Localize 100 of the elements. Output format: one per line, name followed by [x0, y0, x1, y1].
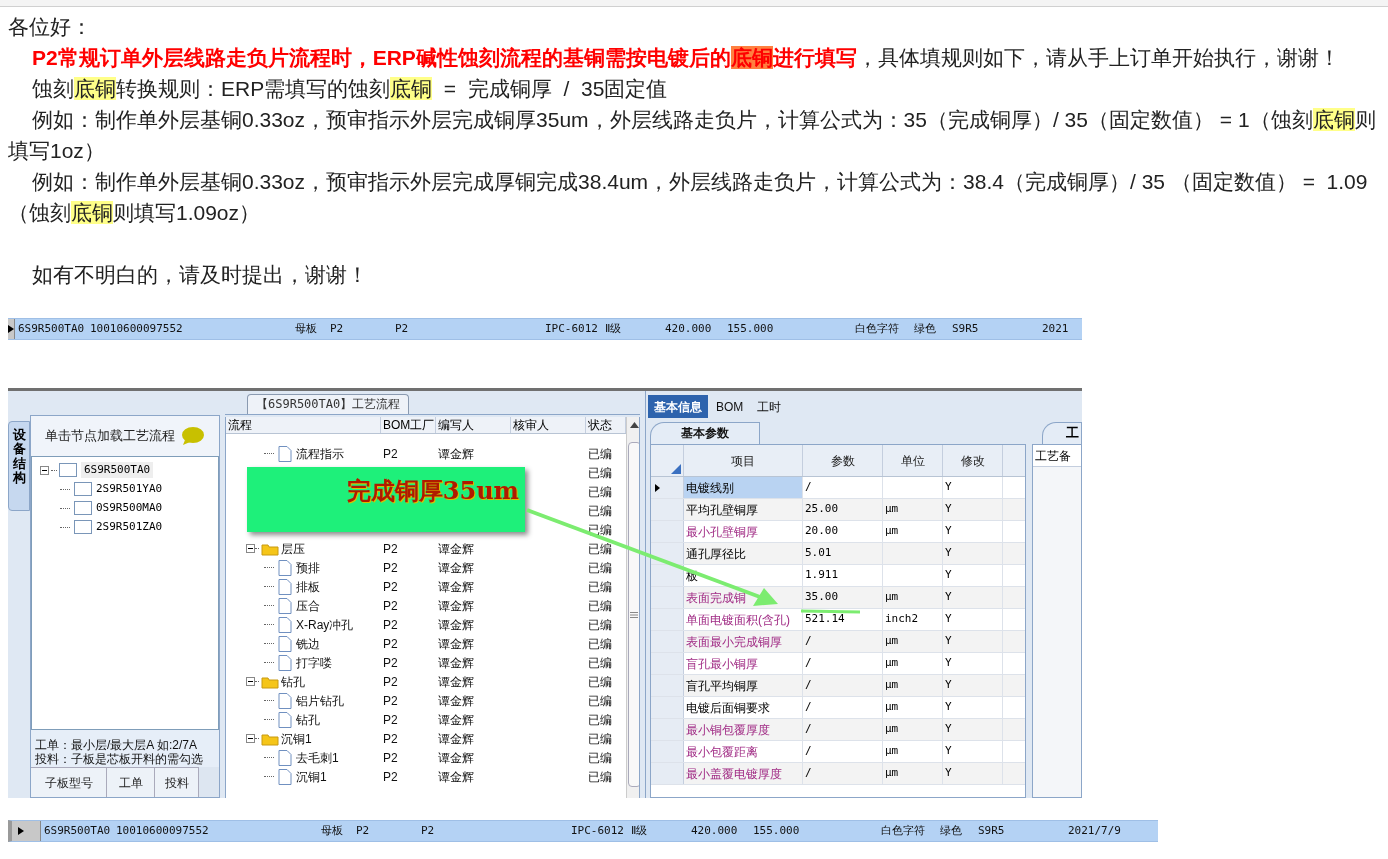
- record-cell-text: IPC-6012 Ⅱ级: [571, 822, 648, 839]
- parameter-name: 单面电镀面积(含孔): [686, 611, 790, 629]
- tab[interactable]: 工时: [751, 395, 788, 418]
- tab[interactable]: 工单: [107, 767, 155, 797]
- column-header[interactable]: 修改: [943, 445, 1003, 476]
- modify-cell: Y: [945, 633, 952, 650]
- tab[interactable]: 工: [1042, 422, 1082, 444]
- table-row[interactable]: 电镀后面铜要求 / μm Y: [651, 697, 1025, 719]
- author-cell: 谭金辉: [438, 750, 474, 765]
- callout-text: 完成铜厚35um: [346, 475, 519, 507]
- tree-node[interactable]: 流程指示: [296, 444, 344, 463]
- tree-node[interactable]: 6S9R500TA0: [81, 461, 154, 479]
- column-header[interactable]: 工艺备: [1033, 445, 1081, 467]
- note-text: 投料：子板是芯板开料的需勾选: [35, 751, 204, 766]
- factory-cell: P2: [383, 731, 398, 746]
- column-header[interactable]: 流程: [226, 417, 381, 433]
- tree-node[interactable]: 铝片钻孔: [296, 691, 344, 710]
- record-cell-text: S9R5: [978, 822, 1006, 839]
- status-cell: 已编: [588, 579, 612, 594]
- parameter-value: 1.911: [805, 567, 839, 584]
- node-icon: [74, 501, 92, 516]
- record-cell-text: 2021/7/9: [1068, 822, 1122, 839]
- tree-node[interactable]: X-Ray冲孔: [296, 615, 354, 634]
- column-header[interactable]: 编写人: [436, 417, 511, 433]
- parameter-value: 521.14: [805, 611, 845, 628]
- modify-cell: Y: [945, 721, 952, 738]
- scroll-up-icon[interactable]: [629, 422, 639, 428]
- collapse-icon[interactable]: [246, 734, 255, 743]
- tree-node[interactable]: 0S9R500MA0: [96, 499, 163, 517]
- table-row[interactable]: 最小盖覆电镀厚度 / μm Y: [651, 763, 1025, 785]
- parameter-value: /: [805, 655, 812, 672]
- tree-node[interactable]: 预排: [296, 558, 320, 577]
- collapse-icon[interactable]: [246, 544, 255, 553]
- record-cell-text: 白色字符: [881, 822, 926, 839]
- table-row[interactable]: 单面电镀面积(含孔) 521.14 inch2 Y: [651, 609, 1025, 631]
- column-header[interactable]: BOM工厂: [381, 417, 436, 433]
- tree-node[interactable]: 2S9R501YA0: [96, 480, 163, 498]
- row-header[interactable]: [651, 477, 684, 498]
- table-row[interactable]: 最小铜包覆厚度 / μm Y: [651, 719, 1025, 741]
- record-cell-text: 6S9R500TA0: [44, 822, 112, 839]
- tree-node[interactable]: 沉铜1: [281, 729, 312, 748]
- table-row[interactable]: 盲孔最小铜厚 / μm Y: [651, 653, 1025, 675]
- side-tab[interactable]: 设备结构: [8, 421, 30, 511]
- table-row[interactable]: 最小包覆距离 / μm Y: [651, 741, 1025, 763]
- column-header[interactable]: 核审人: [511, 417, 586, 433]
- parameter-value: /: [805, 677, 812, 694]
- tree-node[interactable]: 排板: [296, 577, 320, 596]
- tree-node[interactable]: 沉铜1: [296, 767, 327, 786]
- unit-cell: inch2: [885, 611, 919, 628]
- record-row[interactable]: 6S9R500TA0 10010600097552 母板 P2 P2 IPC-6012 Ⅱ级 420.000 155.000 白色字符 绿色 S9R5 2021: [8, 318, 1082, 340]
- table-row[interactable]: 盲孔平均铜厚 / μm Y: [651, 675, 1025, 697]
- tree-node[interactable]: 钻孔: [281, 672, 305, 691]
- column-header[interactable]: 单位: [883, 445, 943, 476]
- table-row[interactable]: 平均孔壁铜厚 25.00 μm Y: [651, 499, 1025, 521]
- panel-hint: 单击节点加载工艺流程: [45, 427, 175, 446]
- tree-node[interactable]: 去毛刺1: [296, 748, 339, 767]
- table-row[interactable]: 最小孔壁铜厚 20.00 μm Y: [651, 521, 1025, 543]
- parameter-name: 盲孔最小铜厚: [686, 655, 758, 673]
- node-icon: [59, 463, 77, 478]
- factory-cell: P2: [383, 636, 398, 651]
- record-cell-text: S9R5: [952, 320, 980, 337]
- table-row[interactable]: 通孔厚径比 5.01 Y: [651, 543, 1025, 565]
- tree-node[interactable]: 铣边: [296, 634, 320, 653]
- document-icon: [278, 654, 292, 671]
- tab[interactable]: 基本信息: [648, 395, 708, 418]
- author-cell: 谭金辉: [438, 636, 474, 651]
- tab[interactable]: BOM: [710, 395, 750, 418]
- tree-node[interactable]: 钻孔: [296, 710, 320, 729]
- author-cell: 谭金辉: [438, 712, 474, 727]
- table-row[interactable]: 表面最小完成铜厚 / μm Y: [651, 631, 1025, 653]
- factory-cell: P2: [383, 712, 398, 727]
- tree-node[interactable]: 层压: [281, 539, 305, 558]
- column-header[interactable]: 参数: [803, 445, 883, 476]
- modify-cell: Y: [945, 501, 952, 518]
- parameter-value: 5.01: [805, 545, 832, 562]
- tree-node[interactable]: 2S9R501ZA0: [96, 518, 163, 536]
- factory-cell: P2: [383, 560, 398, 575]
- document-icon: [278, 578, 292, 595]
- parameter-name: 最小铜包覆厚度: [686, 721, 770, 739]
- table-row[interactable]: 电镀线别 / Y: [651, 477, 1025, 499]
- tree-node[interactable]: 压合: [296, 596, 320, 615]
- subtab[interactable]: 基本参数: [650, 422, 760, 444]
- modify-cell: Y: [945, 479, 952, 496]
- factory-cell: P2: [383, 598, 398, 613]
- folder-icon: [261, 731, 279, 746]
- scrollbar-thumb[interactable]: [627, 442, 639, 787]
- column-header[interactable]: 项目: [684, 445, 803, 476]
- collapse-icon[interactable]: [40, 465, 49, 475]
- row-pointer-icon: [18, 827, 24, 835]
- status-cell: 已编: [588, 465, 612, 480]
- record-cell-text: 420.000: [691, 822, 739, 839]
- record-cell-text: IPC-6012 Ⅱ级: [545, 320, 622, 337]
- record-row[interactable]: 6S9R500TA0 10010600097552 母板 P2 P2 IPC-6012 Ⅱ级 420.000 155.000 白色字符 绿色 S9R5 2021/7/9: [8, 820, 1158, 842]
- collapse-icon[interactable]: [246, 677, 255, 686]
- document-icon: [278, 768, 292, 785]
- unit-cell: μm: [885, 743, 899, 760]
- tab[interactable]: 投料: [155, 767, 199, 797]
- tree-node[interactable]: 打字喽: [296, 653, 332, 672]
- table-row[interactable]: 表面完成铜 35.00 μm Y: [651, 587, 1025, 609]
- tab[interactable]: 子板型号: [31, 767, 107, 797]
